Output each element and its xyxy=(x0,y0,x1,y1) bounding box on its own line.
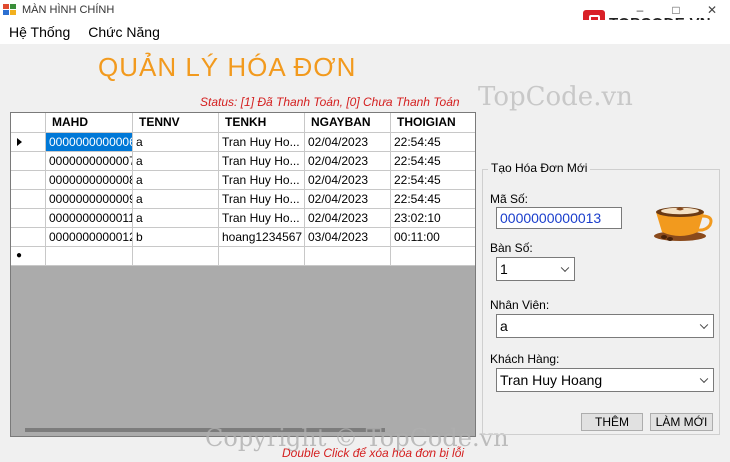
chevron-down-icon xyxy=(560,263,570,273)
cell-tenkh[interactable]: Tran Huy Ho... xyxy=(219,209,305,228)
invoice-grid[interactable]: MAHD TENNV TENKH NGAYBAN THOIGIAN 000000… xyxy=(10,112,476,437)
table-row[interactable]: 0000000000006 a Tran Huy Ho... 02/04/202… xyxy=(11,133,475,152)
ma-so-label: Mã Số: xyxy=(490,192,529,206)
app-icon xyxy=(3,4,17,16)
cell-tenkh[interactable]: Tran Huy Ho... xyxy=(219,133,305,152)
cell-mahd[interactable]: 0000000000011 xyxy=(46,209,133,228)
cell-thoigian[interactable]: 22:54:45 xyxy=(391,190,475,209)
cell-mahd[interactable]: 0000000000012 xyxy=(46,228,133,247)
khach-hang-label: Khách Hàng: xyxy=(490,352,560,366)
cell-tennv[interactable]: a xyxy=(133,133,219,152)
nhan-vien-value: a xyxy=(500,318,508,334)
cell-thoigian[interactable]: 00:11:00 xyxy=(391,228,475,247)
cell-ngayban[interactable] xyxy=(305,247,391,266)
col-header-tennv[interactable]: TENNV xyxy=(133,113,219,133)
khach-hang-select[interactable]: Tran Huy Hoang xyxy=(496,368,714,392)
chevron-down-icon xyxy=(699,374,709,384)
row-header[interactable]: ● xyxy=(11,247,46,266)
col-header-mahd[interactable]: MAHD xyxy=(46,113,133,133)
cell-tennv[interactable]: a xyxy=(133,152,219,171)
cell-tennv[interactable]: b xyxy=(133,228,219,247)
cell-thoigian[interactable] xyxy=(391,247,475,266)
cell-ngayban[interactable]: 02/04/2023 xyxy=(305,133,391,152)
table-row[interactable]: 0000000000008 a Tran Huy Ho... 02/04/202… xyxy=(11,171,475,190)
row-header[interactable] xyxy=(11,171,46,190)
grid-corner xyxy=(11,113,46,133)
cell-ngayban[interactable]: 02/04/2023 xyxy=(305,190,391,209)
cell-ngayban[interactable]: 02/04/2023 xyxy=(305,209,391,228)
table-row[interactable]: 0000000000009 a Tran Huy Ho... 02/04/202… xyxy=(11,190,475,209)
nhan-vien-select[interactable]: a xyxy=(496,314,714,338)
cell-thoigian[interactable]: 22:54:45 xyxy=(391,133,475,152)
coffee-cup-icon xyxy=(654,207,713,241)
delete-hint: Double Click để xóa hóa đơn bị lỗi xyxy=(282,446,465,460)
chevron-down-icon xyxy=(699,320,709,330)
col-header-tenkh[interactable]: TENKH xyxy=(219,113,305,133)
menu-chuc-nang[interactable]: Chức Năng xyxy=(79,20,169,44)
reset-button[interactable]: LÀM MỚI xyxy=(650,413,713,431)
cell-tennv[interactable] xyxy=(133,247,219,266)
grid-body: 0000000000006 a Tran Huy Ho... 02/04/202… xyxy=(11,133,475,266)
cell-tenkh[interactable]: Tran Huy Ho... xyxy=(219,171,305,190)
cell-tennv[interactable]: a xyxy=(133,190,219,209)
ban-so-select[interactable]: 1 xyxy=(496,257,575,281)
menu-bar: Hệ Thống Chức Năng xyxy=(0,20,730,44)
col-header-ngayban[interactable]: NGAYBAN xyxy=(305,113,391,133)
cell-tenkh[interactable]: Tran Huy Ho... xyxy=(219,190,305,209)
ban-so-label: Bàn Số: xyxy=(490,241,533,255)
status-legend: Status: [1] Đã Thanh Toán, [0] Chưa Than… xyxy=(200,95,460,109)
row-header[interactable] xyxy=(11,209,46,228)
new-row[interactable]: ● xyxy=(11,247,475,266)
add-button[interactable]: THÊM xyxy=(581,413,643,431)
cell-ngayban[interactable]: 02/04/2023 xyxy=(305,152,391,171)
new-row-icon: ● xyxy=(16,250,23,261)
watermark-top: TopCode.vn xyxy=(478,82,633,112)
row-header[interactable] xyxy=(11,228,46,247)
cell-tenkh[interactable]: Tran Huy Ho... xyxy=(219,152,305,171)
table-row[interactable]: 0000000000012 b hoang1234567 03/04/2023 … xyxy=(11,228,475,247)
cell-thoigian[interactable]: 22:54:45 xyxy=(391,152,475,171)
cell-tennv[interactable]: a xyxy=(133,209,219,228)
cell-mahd[interactable] xyxy=(46,247,133,266)
cell-ngayban[interactable]: 03/04/2023 xyxy=(305,228,391,247)
cell-mahd[interactable]: 0000000000009 xyxy=(46,190,133,209)
nhan-vien-label: Nhân Viên: xyxy=(490,298,550,312)
khach-hang-value: Tran Huy Hoang xyxy=(500,372,603,388)
row-header[interactable] xyxy=(11,133,46,152)
group-title: Tạo Hóa Đơn Mới xyxy=(488,161,591,175)
table-row[interactable]: 0000000000007 a Tran Huy Ho... 02/04/202… xyxy=(11,152,475,171)
grid-header: MAHD TENNV TENKH NGAYBAN THOIGIAN xyxy=(11,113,475,133)
ban-so-value: 1 xyxy=(500,261,508,277)
cell-mahd[interactable]: 0000000000006 xyxy=(46,133,133,152)
row-header[interactable] xyxy=(11,190,46,209)
cell-tennv[interactable]: a xyxy=(133,171,219,190)
cell-mahd[interactable]: 0000000000008 xyxy=(46,171,133,190)
current-row-arrow-icon xyxy=(17,138,22,146)
menu-he-thong[interactable]: Hệ Thống xyxy=(0,20,79,44)
cell-ngayban[interactable]: 02/04/2023 xyxy=(305,171,391,190)
cell-mahd[interactable]: 0000000000007 xyxy=(46,152,133,171)
col-header-thoigian[interactable]: THOIGIAN xyxy=(391,113,475,133)
window-title: MÀN HÌNH CHÍNH xyxy=(22,4,115,16)
page-title: QUẢN LÝ HÓA ĐƠN xyxy=(98,52,357,82)
cell-thoigian[interactable]: 23:02:10 xyxy=(391,209,475,228)
row-header[interactable] xyxy=(11,152,46,171)
ma-so-field[interactable]: 0000000000013 xyxy=(496,207,622,229)
cell-tenkh[interactable] xyxy=(219,247,305,266)
table-row[interactable]: 0000000000011 a Tran Huy Ho... 02/04/202… xyxy=(11,209,475,228)
cell-thoigian[interactable]: 22:54:45 xyxy=(391,171,475,190)
cell-tenkh[interactable]: hoang1234567 xyxy=(219,228,305,247)
